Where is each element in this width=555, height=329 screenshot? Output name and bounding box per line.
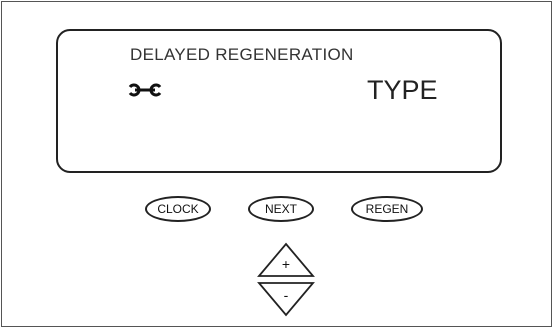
display-line1: DELAYED REGENERATION	[130, 45, 354, 64]
down-arrow-button[interactable]: -	[257, 281, 315, 317]
control-panel: DELAYED REGENERATION TYPE CLOCK NEXT REG…	[1, 1, 552, 327]
minus-label: -	[283, 287, 289, 303]
up-arrow-button[interactable]: +	[257, 242, 315, 278]
regen-button[interactable]: REGEN	[351, 196, 423, 222]
wrench-icon	[128, 83, 162, 97]
lcd-display: DELAYED REGENERATION TYPE	[56, 29, 502, 173]
next-button[interactable]: NEXT	[248, 196, 314, 222]
plus-label: +	[281, 256, 291, 272]
clock-button[interactable]: CLOCK	[145, 196, 211, 222]
display-line2: TYPE	[367, 75, 438, 105]
